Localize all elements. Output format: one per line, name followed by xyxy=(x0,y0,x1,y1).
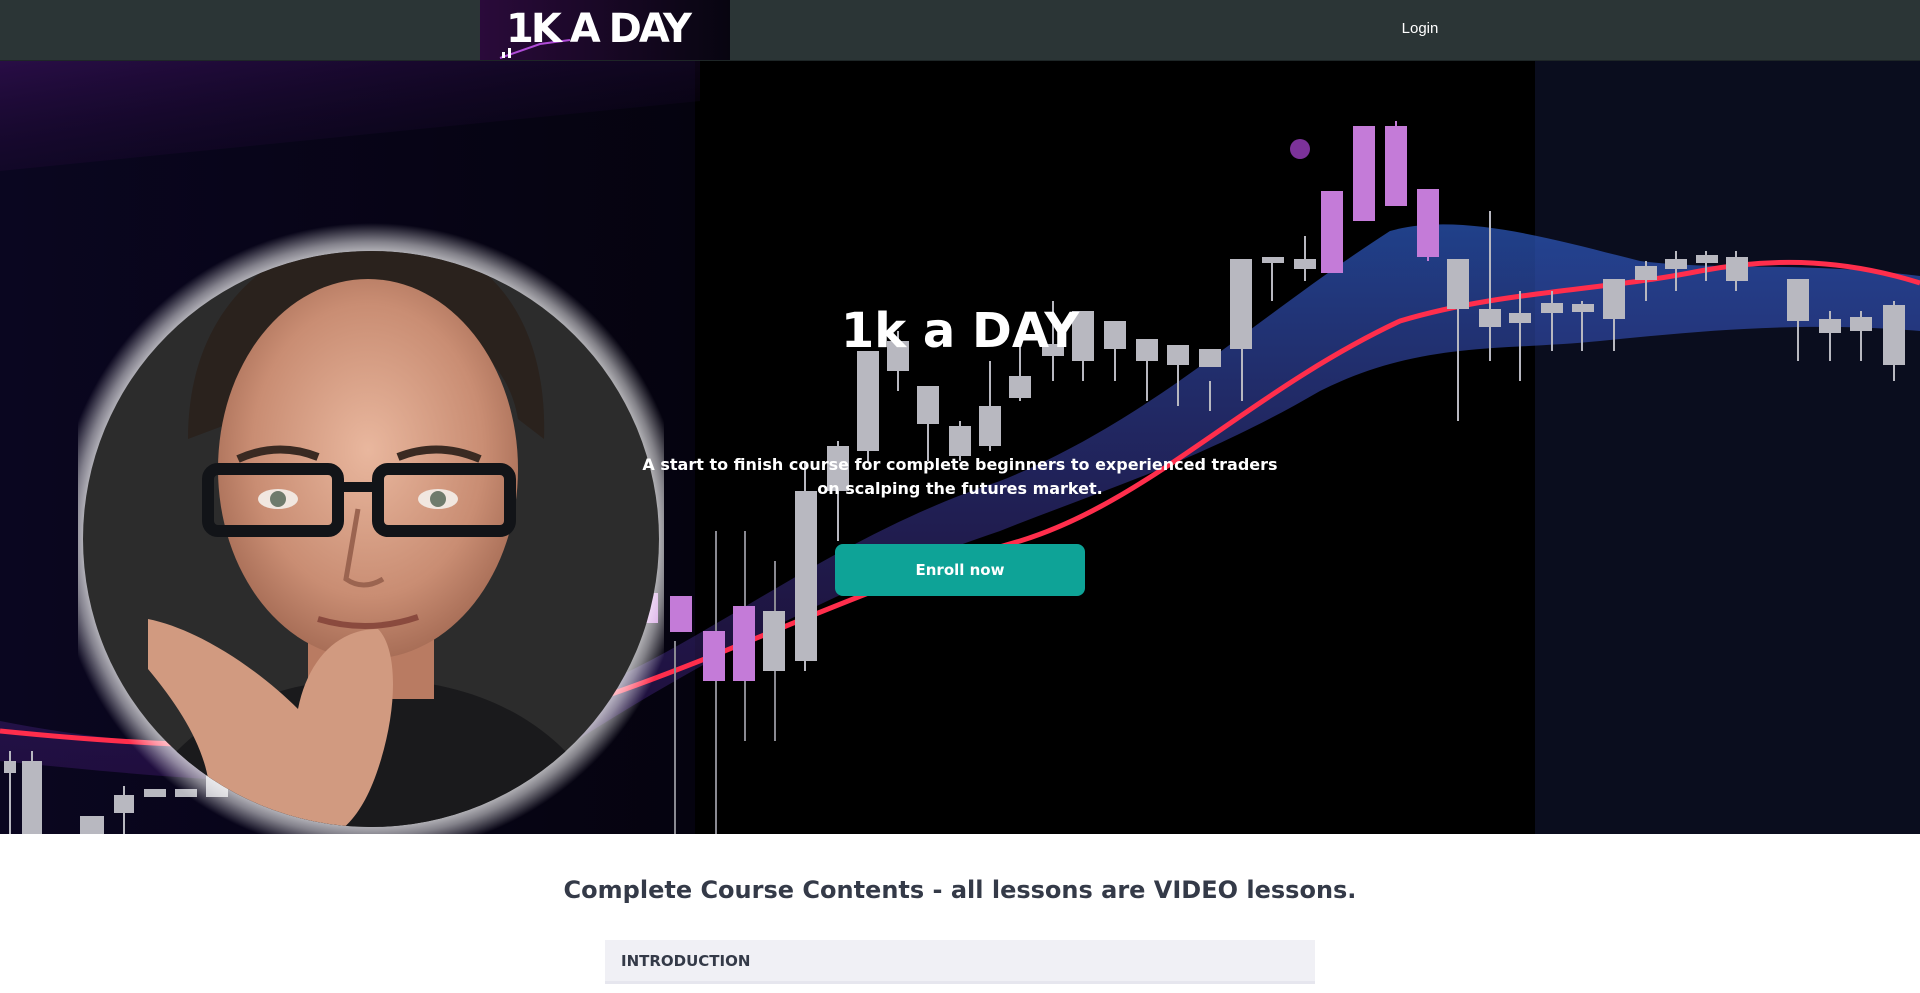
hero-title: 1k a DAY xyxy=(840,303,1080,359)
hero-banner: 1k a DAY A start to finish course for co… xyxy=(0,61,1920,834)
brand-logo[interactable]: 1K A DAY xyxy=(480,0,730,60)
logo-text: 1K A DAY xyxy=(506,6,692,52)
course-section-title: INTRODUCTION xyxy=(621,952,751,970)
course-contents-heading: Complete Course Contents - all lessons a… xyxy=(563,876,1357,904)
top-navigation-bar: 1K A DAY Login xyxy=(0,0,1920,61)
course-section-introduction[interactable]: INTRODUCTION xyxy=(605,940,1315,984)
hero-subtitle: A start to finish course for complete be… xyxy=(642,455,1278,498)
instructor-portrait-image xyxy=(78,223,664,834)
enroll-now-button[interactable]: Enroll now xyxy=(835,544,1085,596)
login-link[interactable]: Login xyxy=(1395,18,1445,40)
